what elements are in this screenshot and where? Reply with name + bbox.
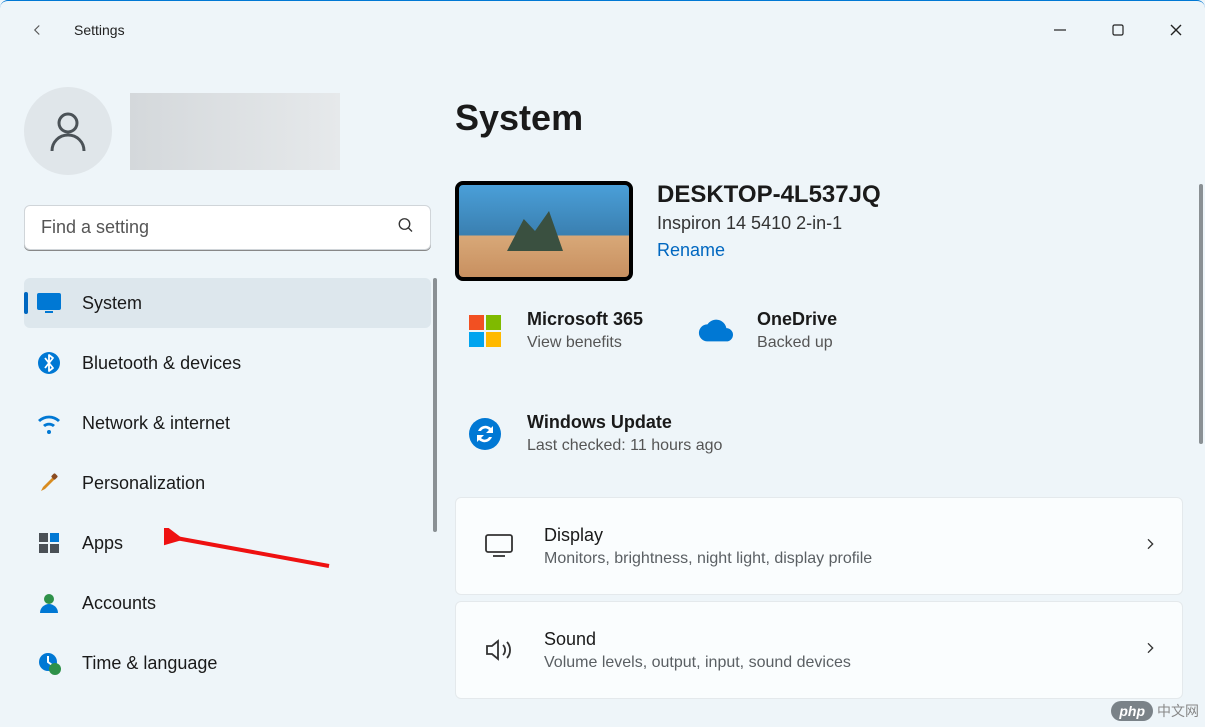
status-title: Windows Update <box>527 412 722 433</box>
nav-list: System Bluetooth & devices Network & int… <box>24 278 431 727</box>
person-icon <box>36 590 62 616</box>
nav-label: Network & internet <box>82 413 230 434</box>
settings-card-display[interactable]: Display Monitors, brightness, night ligh… <box>455 497 1183 595</box>
nav-scrollbar[interactable] <box>433 278 437 532</box>
settings-card-sound[interactable]: Sound Volume levels, output, input, soun… <box>455 601 1183 699</box>
card-description: Monitors, brightness, night light, displ… <box>544 550 872 568</box>
status-onedrive[interactable]: OneDrive Backed up <box>697 309 837 352</box>
maximize-button[interactable] <box>1089 9 1147 51</box>
search-icon <box>397 216 415 239</box>
watermark: php 中文网 <box>1111 701 1199 721</box>
status-microsoft365[interactable]: Microsoft 365 View benefits <box>467 309 643 352</box>
nav-label: System <box>82 293 142 314</box>
sidebar: System Bluetooth & devices Network & int… <box>0 59 455 727</box>
search-input[interactable] <box>24 205 431 250</box>
nav-label: Personalization <box>82 473 205 494</box>
back-button[interactable] <box>20 21 54 39</box>
display-icon <box>36 290 62 316</box>
window-controls <box>1031 9 1205 51</box>
device-name: DESKTOP-4L537JQ <box>657 181 881 209</box>
content-scrollbar[interactable] <box>1199 184 1203 444</box>
profile[interactable] <box>24 87 431 175</box>
chevron-right-icon <box>1142 536 1158 557</box>
card-title: Sound <box>544 629 851 650</box>
bluetooth-icon <box>36 350 62 376</box>
card-title: Display <box>544 525 872 546</box>
close-button[interactable] <box>1147 9 1205 51</box>
chevron-right-icon <box>1142 640 1158 661</box>
update-sync-icon <box>467 416 503 452</box>
content-area: System DESKTOP-4L537JQ Inspiron 14 5410 … <box>455 59 1205 727</box>
nav-label: Bluetooth & devices <box>82 353 241 374</box>
status-sub: Last checked: 11 hours ago <box>527 437 722 455</box>
clock-globe-icon <box>36 650 62 676</box>
nav-label: Apps <box>82 533 123 554</box>
page-heading: System <box>455 97 1183 139</box>
cloud-icon <box>697 313 733 349</box>
status-title: Microsoft 365 <box>527 309 643 330</box>
status-windows-update[interactable]: Windows Update Last checked: 11 hours ag… <box>467 412 1183 455</box>
title-bar: Settings <box>0 1 1205 59</box>
wifi-icon <box>36 410 62 436</box>
nav-item-system[interactable]: System <box>24 278 431 328</box>
annotation-arrow <box>164 528 334 572</box>
minimize-button[interactable] <box>1031 9 1089 51</box>
nav-item-accounts[interactable]: Accounts <box>24 578 431 628</box>
card-description: Volume levels, output, input, sound devi… <box>544 654 851 672</box>
rename-link[interactable]: Rename <box>657 240 881 261</box>
status-sub: Backed up <box>757 334 837 352</box>
device-wallpaper-preview[interactable] <box>455 181 633 281</box>
microsoft-logo-icon <box>467 313 503 349</box>
apps-icon <box>36 530 62 556</box>
sound-icon <box>484 635 514 665</box>
nav-item-personalization[interactable]: Personalization <box>24 458 431 508</box>
nav-item-apps[interactable]: Apps <box>24 518 431 568</box>
account-name-redacted <box>130 93 340 170</box>
device-summary: DESKTOP-4L537JQ Inspiron 14 5410 2-in-1 … <box>455 181 1183 281</box>
nav-label: Time & language <box>82 653 217 674</box>
nav-item-bluetooth[interactable]: Bluetooth & devices <box>24 338 431 388</box>
nav-item-time[interactable]: Time & language <box>24 638 431 688</box>
brush-icon <box>36 470 62 496</box>
status-title: OneDrive <box>757 309 837 330</box>
watermark-text: 中文网 <box>1157 701 1199 721</box>
status-sub: View benefits <box>527 334 643 352</box>
window-title: Settings <box>74 22 125 38</box>
nav-label: Accounts <box>82 593 156 614</box>
device-model: Inspiron 14 5410 2-in-1 <box>657 213 881 234</box>
watermark-brand: php <box>1111 701 1153 721</box>
user-icon <box>44 107 92 155</box>
avatar <box>24 87 112 175</box>
nav-item-network[interactable]: Network & internet <box>24 398 431 448</box>
monitor-icon <box>484 531 514 561</box>
